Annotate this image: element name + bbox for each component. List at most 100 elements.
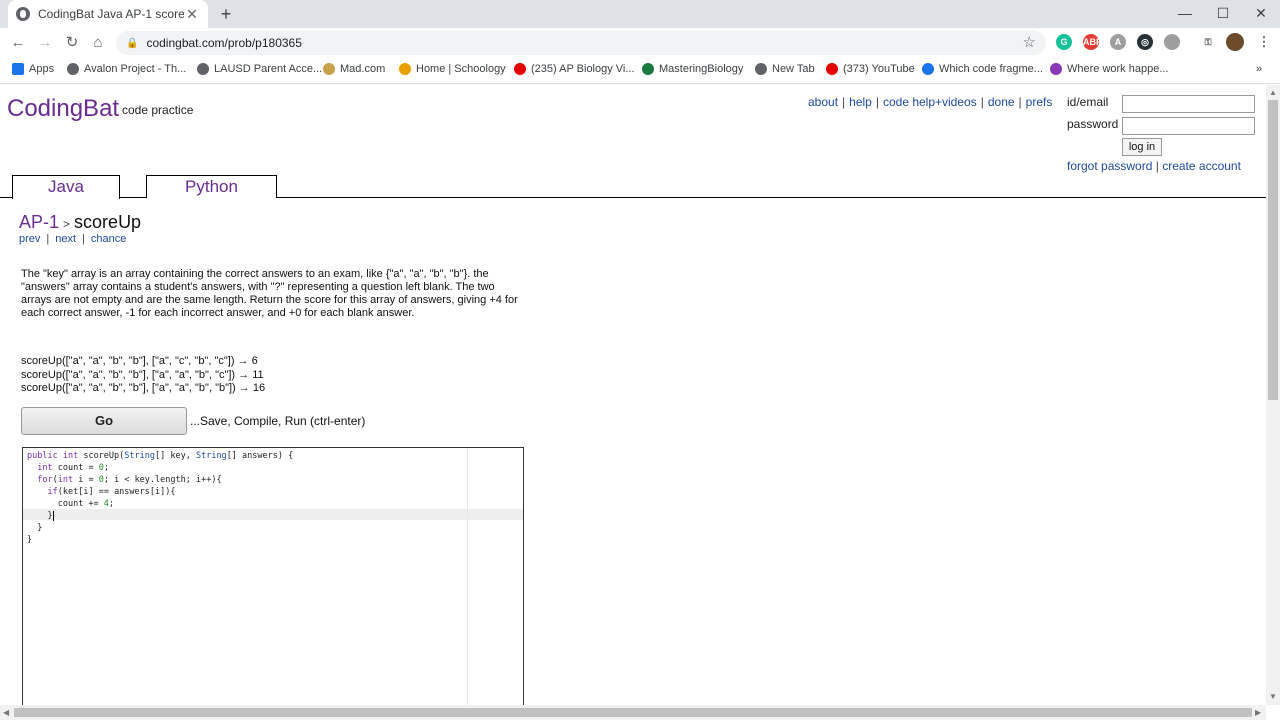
reload-icon[interactable]: ↻	[61, 33, 83, 53]
bookmark-favicon-icon	[1050, 63, 1062, 75]
bookmark-favicon-icon	[67, 63, 79, 75]
bookmark-item[interactable]: Apps	[12, 63, 54, 75]
forward-icon[interactable]: →	[34, 33, 56, 53]
chance-link[interactable]: chance	[91, 233, 126, 245]
bookmark-item[interactable]: Avalon Project - Th...	[67, 63, 186, 75]
breadcrumb-section[interactable]: AP-1	[19, 212, 59, 232]
minimize-icon[interactable]: —	[1166, 0, 1204, 28]
bookmark-label: Avalon Project - Th...	[84, 63, 187, 75]
bookmark-item[interactable]: Where work happe...	[1050, 63, 1169, 75]
menu-icon[interactable]: ⋮	[1256, 34, 1272, 50]
bookmark-label: (373) YouTube	[843, 63, 915, 75]
example-line: scoreUp(["a", "a", "b", "b"], ["a", "c",…	[21, 355, 258, 367]
bookmark-favicon-icon	[323, 63, 335, 75]
examples: scoreUp(["a", "a", "b", "b"], ["a", "c",…	[21, 355, 265, 396]
code-line: count += 4;	[57, 499, 115, 509]
example-line: scoreUp(["a", "a", "b", "b"], ["a", "a",…	[21, 382, 266, 394]
key-icon[interactable]: ⚿	[1200, 34, 1216, 50]
bookmark-label: Apps	[29, 63, 55, 75]
extension-icon[interactable]: A	[1110, 34, 1126, 50]
bookmark-item[interactable]: (373) YouTube	[826, 63, 915, 75]
go-button[interactable]: Go	[21, 407, 187, 435]
circle-extension-icon[interactable]: ◎	[1137, 34, 1153, 50]
id-email-label: id/email	[1067, 95, 1109, 109]
code-line: }	[27, 535, 33, 545]
code-line: }	[27, 510, 54, 521]
password-label: password	[1067, 117, 1119, 131]
problem-title: scoreUp	[74, 212, 142, 232]
bookmark-favicon-icon	[12, 63, 24, 75]
bookmark-label: Which code fragme...	[939, 63, 1043, 75]
bookmark-item[interactable]: MasteringBiology	[642, 63, 743, 75]
tab-title: CodingBat Java AP-1 scoreUp	[38, 7, 184, 21]
bookmarks-bar: Apps Avalon Project - Th... LAUSD Parent A…	[0, 58, 1280, 84]
site-logo[interactable]: CodingBat	[7, 95, 119, 123]
link-prefs[interactable]: prefs	[1026, 95, 1053, 109]
window-close-icon[interactable]: ✕	[1242, 0, 1280, 28]
url-text: codingbat.com/prob/p180365	[146, 36, 302, 50]
bookmark-item[interactable]: LAUSD Parent Acce...	[197, 63, 322, 75]
code-line: for(int i = 0; i < key.length; i++){	[37, 475, 222, 485]
link-help[interactable]: help	[849, 95, 872, 109]
id-email-input[interactable]	[1122, 95, 1255, 113]
link-code-help-videos[interactable]: code help+videos	[883, 95, 977, 109]
bookmark-favicon-icon	[826, 63, 838, 75]
forgot-password-link[interactable]: forgot password	[1067, 159, 1152, 173]
bookmark-star-icon[interactable]: ☆	[1023, 33, 1036, 51]
next-link[interactable]: next	[55, 233, 76, 245]
home-icon[interactable]: ⌂	[87, 33, 109, 53]
top-links: about | help | code help+videos | done | prefs	[808, 95, 1053, 109]
address-bar[interactable]: 🔒 codingbat.com/prob/p180365 ☆	[116, 31, 1046, 55]
bookmark-label: MasteringBiology	[659, 63, 744, 75]
bookmark-item[interactable]: Home | Schoology	[399, 63, 506, 75]
password-input[interactable]	[1122, 117, 1255, 135]
back-icon[interactable]: ←	[7, 33, 29, 53]
bookmark-label: (235) AP Biology Vi...	[531, 63, 635, 75]
link-about[interactable]: about	[808, 95, 838, 109]
bookmark-label: LAUSD Parent Acce...	[214, 63, 323, 75]
scroll-down-icon[interactable]: ▼	[1269, 692, 1277, 701]
np-extension-icon[interactable]: NP	[1164, 34, 1180, 50]
profile-avatar[interactable]	[1226, 33, 1244, 51]
prev-link[interactable]: prev	[19, 233, 40, 245]
bookmark-favicon-icon	[755, 63, 767, 75]
bookmark-favicon-icon	[922, 63, 934, 75]
scroll-left-icon[interactable]: ◀	[3, 708, 9, 717]
example-line: scoreUp(["a", "a", "b", "b"], ["a", "a",…	[21, 368, 264, 381]
bookmark-item[interactable]: Mad.com	[323, 63, 385, 75]
scroll-right-icon[interactable]: ▶	[1255, 708, 1261, 717]
vertical-scroll-thumb[interactable]	[1268, 100, 1278, 400]
create-account-link[interactable]: create account	[1162, 159, 1241, 173]
new-tab-button[interactable]: +	[216, 4, 236, 24]
problem-description: The "key" array is an array containing t…	[21, 268, 518, 319]
code-line: int count = 0;	[37, 463, 109, 473]
browser-tab[interactable]: CodingBat Java AP-1 scoreUp ✕	[8, 0, 208, 28]
tab-close-icon[interactable]: ✕	[184, 6, 200, 23]
code-editor[interactable]: public int scoreUp(String[] key, String[…	[22, 447, 524, 705]
code-content[interactable]: public int scoreUp(String[] key, String[…	[27, 450, 293, 546]
link-done[interactable]: done	[988, 95, 1015, 109]
adblock-icon[interactable]: ABP	[1083, 34, 1102, 50]
log-in-button[interactable]: log in	[1122, 138, 1162, 156]
lock-icon: 🔒	[126, 37, 139, 49]
bookmark-item[interactable]: New Tab	[755, 63, 815, 75]
horizontal-scroll-thumb[interactable]	[14, 708, 1252, 717]
bookmark-item[interactable]: Which code fragme...	[922, 63, 1043, 75]
bookmark-label: New Tab	[772, 63, 815, 75]
code-line: if(ket[i] == answers[i]){	[47, 487, 176, 497]
page-content: CodingBat code practice about | help | code …	[0, 85, 1266, 705]
grammarly-icon[interactable]: G	[1056, 34, 1072, 50]
tab-java[interactable]: Java	[12, 175, 120, 199]
bookmark-label: Mad.com	[340, 63, 386, 75]
bookmark-favicon-icon	[197, 63, 209, 75]
breadcrumb: AP-1 > scoreUp	[19, 212, 142, 232]
scroll-up-icon[interactable]: ▲	[1269, 88, 1277, 97]
bookmarks-overflow-icon[interactable]: »	[1256, 63, 1262, 75]
bookmark-item[interactable]: (235) AP Biology Vi...	[514, 63, 635, 75]
tab-python[interactable]: Python	[146, 175, 277, 198]
bookmark-favicon-icon	[514, 63, 526, 75]
problem-nav: prev | next | chance	[19, 233, 127, 245]
login-links: forgot password | create account	[1067, 159, 1241, 173]
maximize-icon[interactable]: ☐	[1204, 0, 1242, 28]
bookmark-favicon-icon	[642, 63, 654, 75]
